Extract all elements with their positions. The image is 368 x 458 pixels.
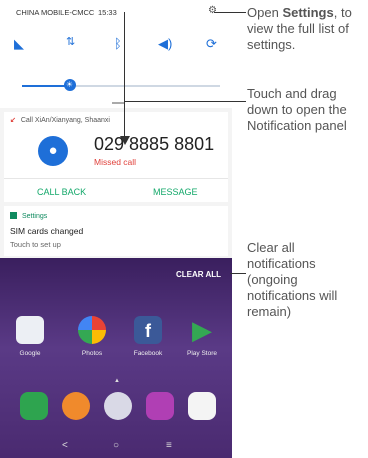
settings-header: Settings: [10, 212, 47, 220]
brightness-slider[interactable]: ☀: [22, 79, 220, 91]
gear-icon[interactable]: ⚙: [208, 5, 217, 16]
settings-app-label: Settings: [21, 213, 48, 220]
clear-all-button[interactable]: CLEAR ALL: [176, 270, 221, 279]
phone-screen: CHINA MOBILE-CMCC 15:33 ⚙ ◣ ⇅ ᛒ ◀) ⟳ ☀ ↙…: [0, 0, 232, 458]
recents-button[interactable]: ≡: [166, 440, 172, 451]
notification-panel: ↙ Call XiAn/Xianyang, Shaanxi ● 029 8885…: [0, 108, 232, 258]
home-screen: CLEAR ALL Google Photos f Facebook ▶ Pla…: [0, 258, 232, 458]
messages-icon[interactable]: [62, 392, 90, 420]
phone-icon[interactable]: [20, 392, 48, 420]
missed-call-notification[interactable]: ↙ Call XiAn/Xianyang, Shaanxi ● 029 8885…: [4, 112, 228, 202]
message-button[interactable]: MESSAGE: [153, 187, 198, 197]
navigation-bar: < ○ ≡: [0, 436, 232, 458]
app-drawer-caret-icon[interactable]: ▲: [114, 378, 120, 384]
missed-call-icon: ↙: [10, 117, 16, 124]
brightness-fill: [22, 85, 70, 87]
brightness-icon[interactable]: ☀: [63, 79, 76, 91]
caller-number: 029 8885 8801: [94, 134, 215, 154]
drag-pointer-line: [124, 101, 246, 102]
drag-handle[interactable]: [112, 102, 124, 104]
settings-callout: Open Settings, to view the full list of …: [247, 5, 367, 53]
call-app-label: Call: [20, 117, 33, 124]
clock: 15:33: [98, 8, 117, 17]
quick-settings: ◣ ⇅ ᛒ ◀) ⟳ ☀: [0, 22, 232, 110]
app-facebook[interactable]: f Facebook: [126, 316, 170, 357]
camera-icon[interactable]: [146, 392, 174, 420]
app-photos[interactable]: Photos: [70, 316, 114, 357]
drag-arrow-head-icon: [120, 136, 130, 145]
data-icon[interactable]: ⇅: [66, 37, 75, 48]
drag-callout: Touch and drag down to open the Notifica…: [247, 86, 347, 133]
play-store-icon: ▶: [192, 315, 212, 345]
sim-notification[interactable]: Settings SIM cards changed Touch to set …: [4, 206, 228, 256]
settings-callout-prefix: Open: [247, 5, 279, 20]
google-folder-icon: [16, 316, 44, 344]
call-actions: CALL BACK MESSAGE: [4, 178, 228, 201]
chrome-icon[interactable]: [188, 392, 216, 420]
rotate-icon[interactable]: ⟳: [206, 37, 217, 50]
volume-icon[interactable]: ◀): [158, 37, 172, 50]
status-bar: CHINA MOBILE-CMCC 15:33 ⚙: [0, 0, 232, 22]
call-header: ↙ Call XiAn/Xianyang, Shaanxi: [10, 116, 110, 124]
facebook-icon: f: [134, 316, 162, 344]
sim-subtitle: Touch to set up: [10, 240, 61, 249]
drag-arrow-line: [124, 12, 125, 142]
back-button[interactable]: <: [62, 440, 68, 451]
home-button[interactable]: ○: [113, 440, 119, 451]
contact-avatar-icon: ●: [38, 136, 68, 166]
app-label: Photos: [81, 350, 103, 357]
settings-pointer-line: [214, 12, 246, 13]
app-drawer-icon[interactable]: [104, 392, 132, 420]
app-label: Play Store: [187, 350, 217, 357]
carrier-name: CHINA MOBILE-CMCC: [16, 8, 95, 17]
app-google[interactable]: Google: [8, 316, 52, 357]
photos-icon: [78, 316, 106, 344]
app-label: Facebook: [133, 350, 163, 357]
settings-callout-bold: Settings: [282, 5, 334, 20]
bluetooth-icon[interactable]: ᛒ: [114, 37, 122, 50]
sim-title: SIM cards changed: [10, 226, 84, 236]
clear-callout: Clear all notifications (ongoing notific…: [247, 240, 338, 319]
wifi-off-icon[interactable]: ◣: [14, 37, 24, 50]
call-status: Missed call: [94, 157, 137, 167]
settings-app-icon: [10, 212, 17, 219]
app-label: Google: [19, 350, 41, 357]
call-location: XiAn/Xianyang, Shaanxi: [34, 117, 110, 124]
clear-pointer-line: [230, 273, 246, 274]
app-play-store[interactable]: ▶ Play Store: [180, 316, 224, 357]
call-back-button[interactable]: CALL BACK: [37, 187, 86, 197]
